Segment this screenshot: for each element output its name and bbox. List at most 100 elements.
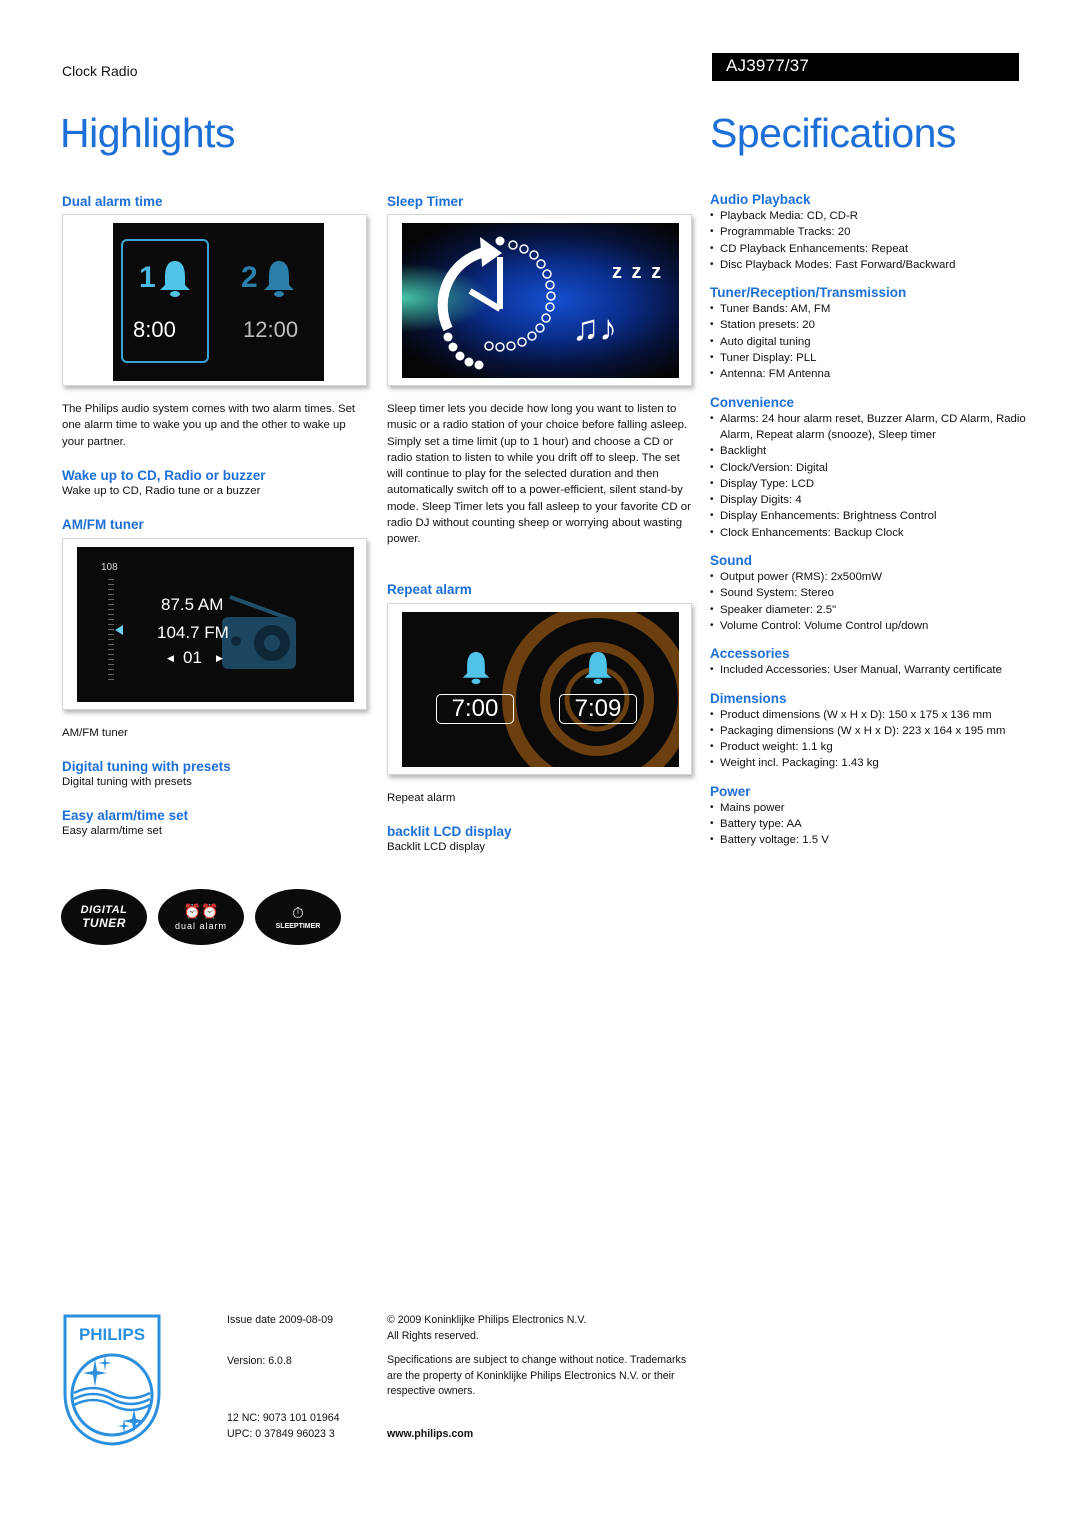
spec-item: Alarms: 24 hour alarm reset, Buzzer Alar…: [710, 411, 1030, 444]
spec-section-heading: Power: [710, 783, 751, 799]
sleep-timer-screen: z z z ♫♪: [402, 223, 679, 378]
digital-tuner-badge: DIGITAL TUNER: [61, 889, 147, 945]
alarm1-time: 8:00: [133, 317, 176, 342]
backlit-heading: backlit LCD display: [387, 824, 512, 839]
dual-alarm-description: The Philips audio system comes with two …: [62, 403, 356, 448]
spec-items: Mains powerBattery type: AABattery volta…: [710, 800, 1030, 849]
spec-item: Auto digital tuning: [710, 334, 1030, 351]
specifications-title: Specifications: [710, 110, 956, 156]
scale-top-label: 108: [101, 562, 118, 573]
spec-section: SoundOutput power (RMS): 2x500mWSound Sy…: [710, 552, 1030, 634]
bell-icon: [160, 261, 190, 297]
spec-section: PowerMains powerBattery type: AABattery …: [710, 783, 1030, 849]
spec-item: Antenna: FM Antenna: [710, 366, 1030, 383]
alarm2-number: 2: [241, 261, 258, 294]
highlights-title: Highlights: [60, 110, 236, 156]
spec-items: Tuner Bands: AM, FMStation presets: 20Au…: [710, 301, 1030, 383]
spec-items: Output power (RMS): 2x500mWSound System:…: [710, 569, 1030, 634]
spec-items: Included Accessories: User Manual, Warra…: [710, 662, 1030, 679]
spec-item: Playback Media: CD, CD-R: [710, 208, 1030, 225]
sleep-timer-image: z z z ♫♪: [387, 214, 692, 386]
spec-section: AccessoriesIncluded Accessories: User Ma…: [710, 645, 1030, 679]
timer-icon: ⏱: [292, 904, 304, 922]
repeat-alarm-heading: Repeat alarm: [387, 582, 472, 597]
rights-reserved: All Rights reserved.: [387, 1330, 479, 1342]
spec-items: Product dimensions (W x H x D): 150 x 17…: [710, 707, 1030, 772]
clock-timer-icon: [437, 236, 556, 370]
spec-item: Backlight: [710, 443, 1030, 460]
spec-item: Packaging dimensions (W x H x D): 223 x …: [710, 723, 1030, 740]
zzz-label: z z z: [612, 261, 664, 283]
spec-items: Playback Media: CD, CD-RProgrammable Tra…: [710, 208, 1030, 273]
spec-section: Tuner/Reception/TransmissionTuner Bands:…: [710, 284, 1030, 383]
ripple-rings: [502, 612, 679, 767]
spec-item: Sound System: Stereo: [710, 585, 1030, 602]
spec-item: Tuner Bands: AM, FM: [710, 301, 1030, 318]
amfm-caption: AM/FM tuner: [62, 727, 128, 739]
issue-date: Issue date 2009-08-09: [227, 1314, 334, 1326]
spec-section: ConvenienceAlarms: 24 hour alarm reset, …: [710, 394, 1030, 542]
preset-next-icon: ▶: [216, 653, 223, 663]
amfm-screen: 108 87.5 AM 104.7 FM ◀ 01 ▶: [77, 547, 354, 702]
amfm-heading: AM/FM tuner: [62, 517, 144, 532]
sleep-timer-badge: ⏱ SLEEPTIMER: [255, 889, 341, 945]
model-number: AJ3977/37: [712, 53, 1019, 81]
alarm-time-first: 7:00: [436, 694, 514, 724]
digital-tuning-description: Digital tuning with presets: [62, 776, 192, 788]
spec-item: Battery type: AA: [710, 816, 1030, 833]
spec-item: Tuner Display: PLL: [710, 350, 1030, 367]
spec-item: Display Type: LCD: [710, 476, 1030, 493]
easy-alarm-description: Easy alarm/time set: [62, 825, 163, 837]
am-frequency: 87.5 AM: [161, 595, 224, 614]
preset-prev-icon: ◀: [167, 653, 174, 663]
spec-item: Volume Control: Volume Control up/down: [710, 618, 1030, 635]
spec-section: Audio PlaybackPlayback Media: CD, CD-RPr…: [710, 191, 1030, 273]
spec-item: Speaker diameter: 2.5": [710, 602, 1030, 619]
alarm-time-snooze: 7:09: [559, 694, 637, 724]
spec-section-heading: Sound: [710, 553, 752, 569]
spec-item: Output power (RMS): 2x500mW: [710, 569, 1030, 586]
bell-icon: [264, 261, 294, 297]
amfm-image: 108 87.5 AM 104.7 FM ◀ 01 ▶: [62, 538, 367, 710]
repeat-alarm-caption: Repeat alarm: [387, 792, 456, 804]
disclaimer: Specifications are subject to change wit…: [387, 1354, 687, 1397]
sleep-timer-description: Sleep timer lets you decide how long you…: [387, 403, 691, 546]
version: Version: 6.0.8: [227, 1355, 292, 1367]
tuning-scale: [108, 579, 114, 684]
alarm1-selection-box: [121, 239, 209, 363]
spec-section: DimensionsProduct dimensions (W x H x D)…: [710, 690, 1030, 772]
dual-alarm-image: 1 8:00 2 12:00: [62, 214, 367, 386]
copyright: © 2009 Koninklijke Philips Electronics N…: [387, 1314, 587, 1326]
spec-item: CD Playback Enhancements: Repeat: [710, 241, 1030, 258]
spec-item: Product weight: 1.1 kg: [710, 739, 1030, 756]
spec-item: Clock/Version: Digital: [710, 460, 1030, 477]
philips-shield-logo: PHILIPS: [63, 1314, 161, 1446]
digital-tuning-heading: Digital tuning with presets: [62, 759, 231, 774]
wake-up-description: Wake up to CD, Radio tune or a buzzer: [62, 485, 261, 497]
wake-up-heading: Wake up to CD, Radio or buzzer: [62, 468, 266, 483]
radio-icon: [222, 595, 296, 669]
spec-item: Programmable Tracks: 20: [710, 224, 1030, 241]
repeat-alarm-screen: 7:00 7:09: [402, 612, 679, 767]
spec-section-heading: Convenience: [710, 394, 795, 410]
spec-item: Display Digits: 4: [710, 492, 1030, 509]
spec-item: Clock Enhancements: Backup Clock: [710, 525, 1030, 542]
spec-item: Mains power: [710, 800, 1030, 817]
preset-number: 01: [183, 648, 202, 667]
easy-alarm-heading: Easy alarm/time set: [62, 808, 189, 823]
alarm-clock-icon: ⏰⏰: [183, 903, 219, 919]
sleep-timer-heading: Sleep Timer: [387, 194, 464, 209]
fm-frequency: 104.7 FM: [157, 623, 229, 642]
dual-alarm-badge: ⏰⏰ dual alarm: [158, 889, 244, 945]
tuning-pointer-icon: [115, 625, 123, 635]
spec-item: Display Enhancements: Brightness Control: [710, 508, 1030, 525]
spec-item: Disc Playback Modes: Fast Forward/Backwa…: [710, 257, 1030, 274]
alarm1-number: 1: [139, 261, 156, 294]
upc-number: UPC: 0 37849 96023 3: [227, 1428, 335, 1440]
dual-alarm-screen: 1 8:00 2 12:00: [113, 223, 324, 381]
website-link[interactable]: www.philips.com: [387, 1427, 473, 1443]
spec-section-heading: Audio Playback: [710, 192, 811, 207]
bell-icon: [584, 652, 612, 684]
spec-section-heading: Accessories: [710, 646, 790, 662]
spec-item: Battery voltage: 1.5 V: [710, 832, 1030, 849]
